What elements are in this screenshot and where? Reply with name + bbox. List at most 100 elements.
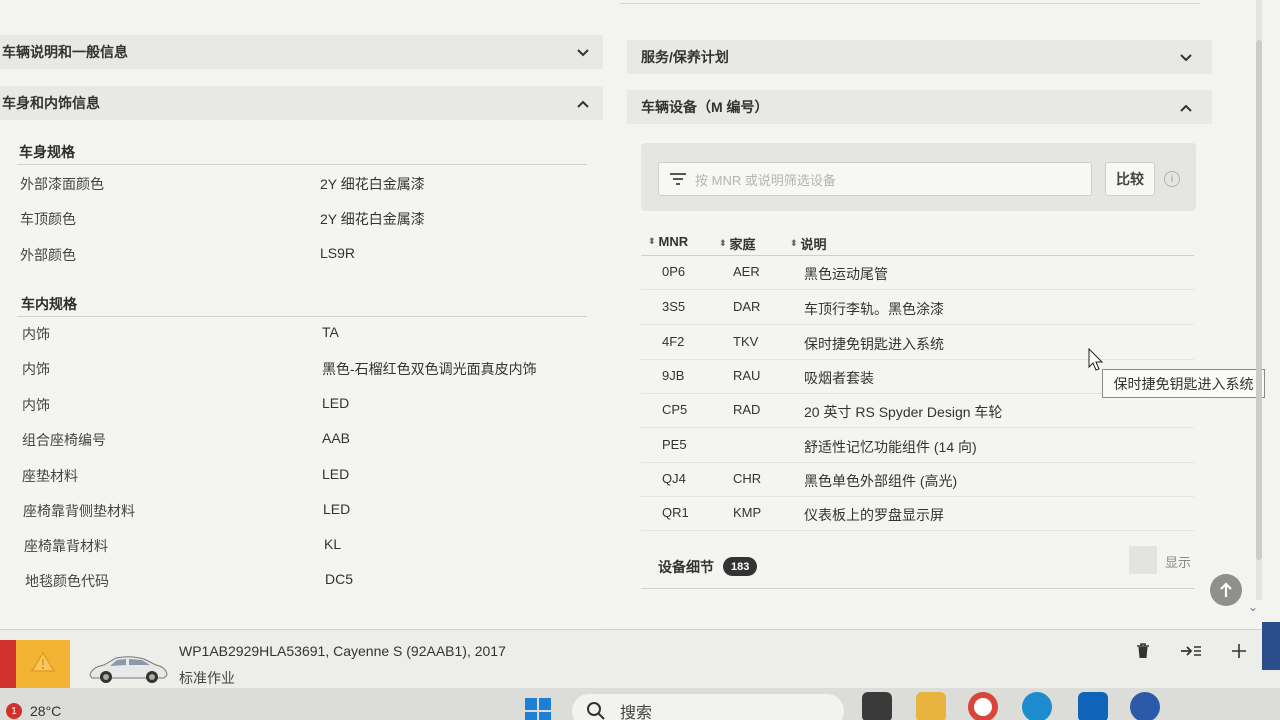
- weather-temperature[interactable]: 28°C: [30, 703, 61, 719]
- cell-desc: 保时捷免钥匙进入系统: [804, 336, 944, 352]
- accordion-general-info-label: 车辆说明和一般信息: [2, 44, 128, 60]
- cell-family: AER: [733, 264, 760, 279]
- cell-family: CHR: [733, 471, 762, 486]
- spec-value: LED: [322, 466, 350, 482]
- column-header-desc[interactable]: ⬍ 说明: [790, 234, 827, 253]
- filter-icon: [669, 172, 687, 186]
- column-header-mnr[interactable]: ⬍ MNR: [648, 234, 688, 249]
- scroll-to-top-button[interactable]: [1210, 574, 1242, 606]
- spec-key: 地毯颜色代码: [25, 573, 109, 589]
- taskbar-search-label: 搜索: [620, 705, 653, 720]
- spec-key: 车顶颜色: [20, 211, 76, 227]
- info-icon[interactable]: i: [1164, 171, 1180, 187]
- spec-value: LED: [323, 501, 351, 517]
- accordion-body-interior[interactable]: 车身和内饰信息: [0, 86, 603, 120]
- spec-value: 2Y 细花白金属漆: [320, 176, 425, 192]
- cell-mnr: 3S5: [662, 299, 686, 314]
- file-explorer-icon[interactable]: [916, 692, 946, 720]
- chrome-icon[interactable]: [968, 692, 998, 720]
- outlook-icon[interactable]: [1078, 692, 1108, 720]
- column-header-mnr-label: MNR: [658, 234, 689, 249]
- chevron-down-icon: [575, 45, 589, 59]
- table-row[interactable]: QJ4 CHR 黑色单色外部组件 (高光): [641, 463, 1194, 497]
- cell-desc: 黑色单色外部组件 (高光): [804, 473, 958, 489]
- job-type: 标准作业: [179, 670, 235, 686]
- accordion-vehicle-equipment-label: 车辆设备（M 编号）: [641, 99, 769, 115]
- spec-row: 外部颜色 LS9R: [20, 245, 600, 275]
- divider: [17, 316, 587, 317]
- spec-row: 内饰 LED: [22, 395, 602, 425]
- cell-mnr: CP5: [662, 402, 688, 417]
- scrollbar-thumb[interactable]: [1256, 40, 1262, 560]
- move-to-list-icon[interactable]: [1179, 639, 1203, 663]
- spec-key: 组合座椅编号: [22, 432, 106, 448]
- spec-value: 2Y 细花白金属漆: [320, 211, 425, 227]
- cell-mnr: 0P6: [662, 264, 686, 279]
- table-row[interactable]: 0P6 AER 黑色运动尾管: [641, 256, 1194, 290]
- cell-family: TKV: [733, 334, 759, 349]
- vehicle-info: WP1AB2929HLA53691, Cayenne S (92AAB1), 2…: [179, 643, 506, 659]
- cell-family: RAU: [733, 368, 761, 383]
- spec-row: 车顶颜色 2Y 细花白金属漆: [20, 209, 600, 239]
- spec-row: 外部漆面颜色 2Y 细花白金属漆: [20, 174, 600, 204]
- spec-value: KL: [324, 536, 342, 552]
- trash-icon[interactable]: [1131, 639, 1155, 663]
- spec-value: 黑色-石榴红色双色调光面真皮内饰: [322, 361, 537, 377]
- spec-row: 组合座椅编号 AAB: [22, 430, 602, 460]
- sort-icon: ⬍: [790, 238, 798, 248]
- warning-icon: [30, 651, 56, 678]
- spec-row: 座椅靠背侧垫材料 LED: [23, 501, 603, 531]
- sort-icon: ⬍: [648, 236, 656, 246]
- chevron-down-icon: [1178, 50, 1192, 64]
- cell-mnr: 9JB: [662, 368, 685, 383]
- windows-start-icon[interactable]: [524, 697, 552, 720]
- app-icon[interactable]: [1130, 692, 1160, 720]
- chevron-up-icon: [575, 96, 589, 110]
- chevron-up-icon: [1178, 100, 1192, 114]
- taskbar-search[interactable]: 搜索: [572, 694, 844, 720]
- divider: [17, 164, 587, 165]
- cell-desc: 吸烟者套装: [804, 370, 874, 386]
- column-header-desc-label: 说明: [800, 237, 827, 252]
- tooltip: 保时捷免钥匙进入系统: [1102, 369, 1265, 398]
- cell-family: KMP: [733, 505, 762, 520]
- cell-desc: 黑色运动尾管: [804, 266, 888, 282]
- cell-desc: 车顶行李轨。黑色涂漆: [804, 301, 944, 317]
- table-row[interactable]: QR1 KMP 仪表板上的罗盘显示屏: [641, 497, 1194, 531]
- scroll-down-icon[interactable]: ⌄: [1248, 600, 1258, 614]
- spec-value: DC5: [325, 571, 354, 587]
- spec-key: 座椅靠背侧垫材料: [23, 503, 135, 519]
- spec-row: 座椅靠背材料 KL: [24, 536, 604, 566]
- filter-placeholder: 按 MNR 或说明筛选设备: [695, 172, 836, 188]
- app-page: 车辆说明和一般信息 车身和内饰信息 车身规格 外部漆面颜色 2Y 细花白金属漆 …: [0, 0, 1280, 640]
- accordion-general-info[interactable]: 车辆说明和一般信息: [0, 35, 603, 69]
- table-row[interactable]: CP5 RAD 20 英寸 RS Spyder Design 车轮: [641, 394, 1194, 428]
- weather-alert-badge: 1: [6, 703, 22, 719]
- accordion-body-interior-label: 车身和内饰信息: [2, 95, 100, 111]
- accordion-service-plan[interactable]: 服务/保养计划: [627, 40, 1212, 74]
- task-view-icon[interactable]: [862, 692, 892, 720]
- body-spec-title: 车身规格: [19, 144, 75, 160]
- show-toggle[interactable]: [1129, 546, 1157, 574]
- edge-icon[interactable]: [1022, 692, 1052, 720]
- add-icon[interactable]: [1227, 639, 1251, 663]
- column-header-family[interactable]: ⬍ 家庭: [719, 234, 756, 253]
- warning-button[interactable]: [16, 640, 70, 688]
- search-icon: [587, 702, 605, 720]
- table-row[interactable]: 4F2 TKV 保时捷免钥匙进入系统: [641, 326, 1194, 360]
- table-row[interactable]: 3S5 DAR 车顶行李轨。黑色涂漆: [641, 291, 1194, 325]
- spec-row: 内饰 TA: [22, 324, 602, 354]
- sort-icon: ⬍: [719, 238, 727, 248]
- show-label: 显示: [1165, 555, 1192, 570]
- spec-row: 地毯颜色代码 DC5: [25, 571, 605, 601]
- cell-mnr: QJ4: [662, 471, 686, 486]
- equipment-filter-input[interactable]: 按 MNR 或说明筛选设备: [658, 162, 1092, 196]
- car-thumbnail-icon: [86, 651, 170, 690]
- alert-strip: [0, 640, 16, 688]
- spec-key: 内饰: [22, 326, 50, 342]
- table-row[interactable]: PE5 舒适性记忆功能组件 (14 向): [641, 429, 1194, 463]
- accordion-vehicle-equipment[interactable]: 车辆设备（M 编号）: [627, 90, 1212, 124]
- cell-family: DAR: [733, 299, 761, 314]
- compare-button[interactable]: 比较: [1105, 162, 1155, 196]
- interior-spec-title: 车内规格: [21, 296, 77, 312]
